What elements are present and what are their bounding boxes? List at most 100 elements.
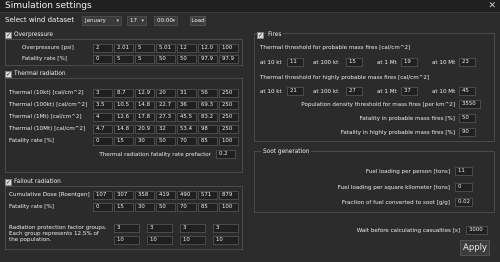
probable-10kt-input[interactable]: 11: [287, 58, 304, 67]
fallout-fatality-field[interactable]: 0: [93, 203, 113, 212]
highly-100kt-input[interactable]: 27: [346, 87, 363, 96]
thermal-field[interactable]: 250: [219, 113, 239, 122]
fatality-probable-input[interactable]: 50: [459, 114, 476, 123]
overpressure-fatality-field-1[interactable]: 0: [93, 55, 113, 64]
fallout-checkbox[interactable]: ✓: [5, 179, 12, 186]
protection-factor-field[interactable]: 3: [114, 224, 140, 233]
thermal-field[interactable]: 10.5: [114, 101, 134, 110]
thermal-field[interactable]: 83.2: [198, 113, 218, 122]
prefactor-input[interactable]: 0.2: [216, 150, 236, 159]
apply-button[interactable]: Apply: [460, 240, 490, 256]
overpressure-field-5[interactable]: 12: [177, 44, 197, 53]
protection-factor-field[interactable]: 3: [213, 224, 239, 233]
protection-factor-field[interactable]: 10: [213, 236, 239, 245]
overpressure-field-3[interactable]: 5: [135, 44, 155, 53]
fallout-dose-field[interactable]: 879: [219, 191, 239, 200]
thermal-field[interactable]: 3.5: [93, 101, 113, 110]
thermal-field[interactable]: 22.7: [156, 101, 176, 110]
protection-factor-field[interactable]: 3: [147, 224, 173, 233]
thermal-field[interactable]: 3: [93, 89, 113, 98]
protection-factor-field[interactable]: 10: [114, 236, 140, 245]
close-icon[interactable]: ✕: [488, 1, 496, 11]
thermal-field[interactable]: 20: [156, 89, 176, 98]
overpressure-field-1[interactable]: 2: [93, 44, 113, 53]
fallout-fatality-field[interactable]: 15: [114, 203, 134, 212]
thermal-fatality-field[interactable]: 50: [156, 137, 176, 146]
thermal-field[interactable]: 4.7: [93, 125, 113, 134]
thermal-field[interactable]: 56: [198, 89, 218, 98]
thermal-field[interactable]: 250: [219, 101, 239, 110]
time-dropdown[interactable]: 00:00 ▾: [154, 16, 178, 26]
fuel-person-input[interactable]: 11: [455, 167, 473, 176]
fallout-dose-field[interactable]: 358: [135, 191, 155, 200]
fallout-dose-field[interactable]: 419: [156, 191, 176, 200]
load-button[interactable]: Load: [190, 16, 206, 26]
density-input[interactable]: 3550: [459, 100, 481, 109]
thermal-fatality-field[interactable]: 15: [114, 137, 134, 146]
overpressure-fatality-field-3[interactable]: 5: [135, 55, 155, 64]
overpressure-field-7[interactable]: 100: [219, 44, 239, 53]
thermal-field[interactable]: 17.8: [135, 113, 155, 122]
fatality-highly-label: Fatality in highly probable mass fires […: [340, 130, 455, 136]
overpressure-checkbox[interactable]: ✓: [5, 32, 12, 39]
protection-factor-field[interactable]: 3: [180, 224, 206, 233]
thermal-fatality-field[interactable]: 85: [198, 137, 218, 146]
highly-10mt-input[interactable]: 45: [459, 87, 476, 96]
thermal-field[interactable]: 32: [156, 125, 176, 134]
thermal-field[interactable]: 20.9: [135, 125, 155, 134]
overpressure-field-6[interactable]: 12.0: [198, 44, 218, 53]
fallout-dose-field[interactable]: 490: [177, 191, 197, 200]
fuel-km-input[interactable]: 0: [455, 183, 473, 192]
highly-10kt-input[interactable]: 21: [287, 87, 304, 96]
month-dropdown[interactable]: January ▾: [82, 16, 122, 26]
probable-10mt-input[interactable]: 23: [459, 58, 476, 67]
thermal-checkbox[interactable]: ✓: [5, 71, 12, 78]
fraction-input[interactable]: 0.02: [455, 198, 473, 207]
fallout-fatality-field[interactable]: 85: [198, 203, 218, 212]
overpressure-fatality-field-4[interactable]: 50: [156, 55, 176, 64]
overpressure-fatality-field-6[interactable]: 97.9: [198, 55, 218, 64]
thermal-field[interactable]: 14.8: [114, 125, 134, 134]
fallout-dose-field[interactable]: 571: [198, 191, 218, 200]
thermal-field[interactable]: 8.7: [114, 89, 134, 98]
thermal-field[interactable]: 12.6: [114, 113, 134, 122]
thermal-field[interactable]: 45.5: [177, 113, 197, 122]
fallout-fatality-field[interactable]: 50: [156, 203, 176, 212]
fallout-fatality-field[interactable]: 30: [135, 203, 155, 212]
fallout-dose-label: Cumulative Dose [Roentgen]: [9, 192, 90, 198]
thermal-field[interactable]: 4: [93, 113, 113, 122]
thermal-field[interactable]: 14.8: [135, 101, 155, 110]
thermal-field[interactable]: 53.4: [177, 125, 197, 134]
wait-input[interactable]: 3000: [466, 226, 488, 235]
thermal-field[interactable]: 36: [177, 101, 197, 110]
overpressure-fatality-field-7[interactable]: 97.9: [219, 55, 239, 64]
probable-1mt-input[interactable]: 19: [401, 58, 418, 67]
overpressure-fatality-field-2[interactable]: 5: [114, 55, 134, 64]
thermal-field[interactable]: 69.3: [198, 101, 218, 110]
fallout-fatality-field[interactable]: 100: [219, 203, 239, 212]
thermal-field[interactable]: 250: [219, 89, 239, 98]
fallout-fatality-field[interactable]: 70: [177, 203, 197, 212]
overpressure-fatality-field-5[interactable]: 50: [177, 55, 197, 64]
fallout-dose-field[interactable]: 107: [93, 191, 113, 200]
probable-100kt-input[interactable]: 15: [346, 58, 363, 67]
overpressure-field-2[interactable]: 2.01: [114, 44, 134, 53]
thermal-fatality-field[interactable]: 100: [219, 137, 239, 146]
protection-factor-field[interactable]: 10: [180, 236, 206, 245]
thermal-field[interactable]: 27.3: [156, 113, 176, 122]
thermal-fatality-field[interactable]: 0: [93, 137, 113, 146]
protection-factor-field[interactable]: 10: [147, 236, 173, 245]
day-dropdown[interactable]: 17 ▾: [127, 16, 147, 26]
highly-1mt-input[interactable]: 37: [401, 87, 418, 96]
thermal-row: Thermal (10kt) [cal/cm^2] 3 8.7 12.9 20 …: [6, 88, 242, 98]
thermal-fatality-field[interactable]: 70: [177, 137, 197, 146]
overpressure-field-4[interactable]: 5.01: [156, 44, 176, 53]
fallout-dose-field[interactable]: 307: [114, 191, 134, 200]
thermal-field[interactable]: 98: [198, 125, 218, 134]
fatality-highly-input[interactable]: 90: [459, 128, 476, 137]
fires-checkbox[interactable]: ✓: [257, 32, 264, 39]
thermal-field[interactable]: 250: [219, 125, 239, 134]
thermal-field[interactable]: 12.9: [135, 89, 155, 98]
thermal-field[interactable]: 31: [177, 89, 197, 98]
thermal-fatality-field[interactable]: 30: [135, 137, 155, 146]
